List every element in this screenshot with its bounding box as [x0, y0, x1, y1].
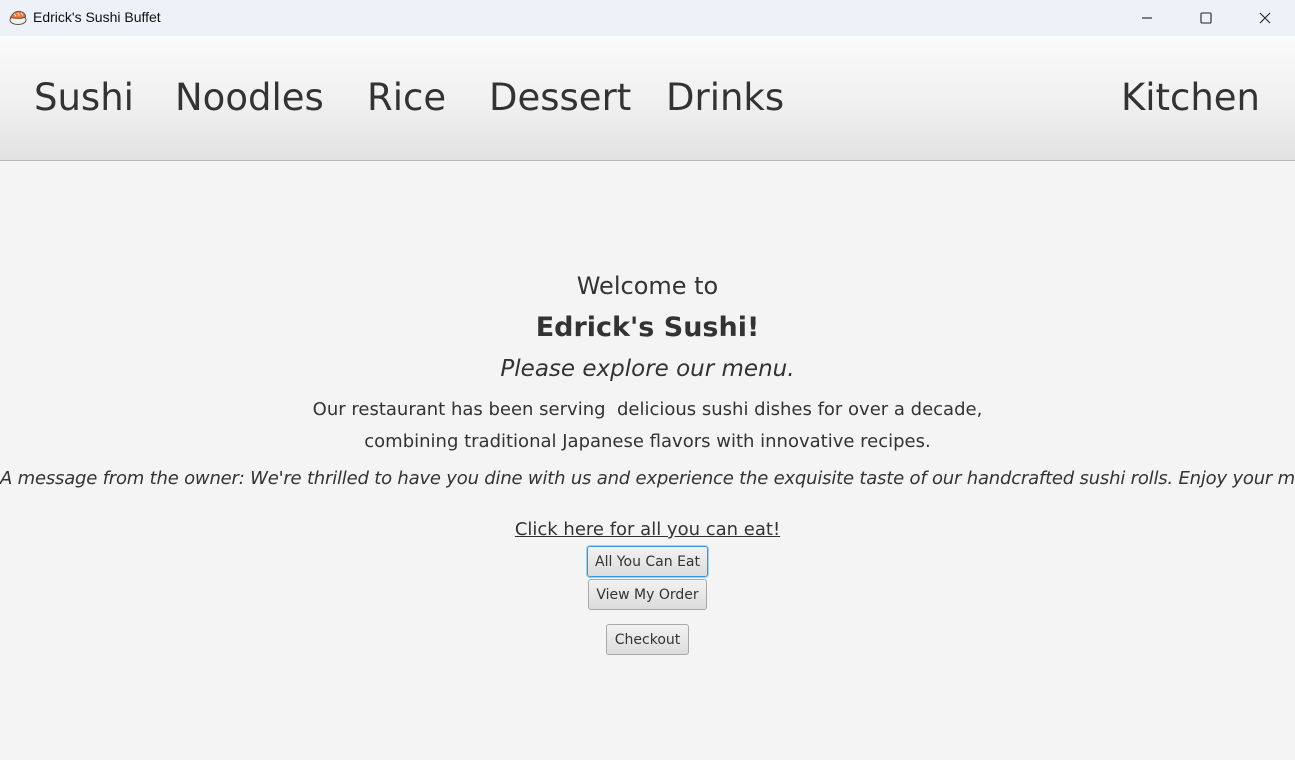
owner-message: A message from the owner: We're thrilled…: [0, 468, 1295, 489]
title-bar: Edrick's Sushi Buffet: [0, 0, 1295, 36]
restaurant-name: Edrick's Sushi!: [535, 312, 760, 343]
close-button[interactable]: [1236, 0, 1294, 36]
main-content: Welcome to Edrick's Sushi! Please explor…: [0, 161, 1295, 760]
description-line-1: Our restaurant has been serving deliciou…: [312, 399, 983, 420]
app-window: Edrick's Sushi Buffet Sushi Noodles Rice…: [0, 0, 1295, 760]
nav-item-kitchen[interactable]: Kitchen: [1121, 75, 1260, 121]
checkout-button[interactable]: Checkout: [606, 624, 689, 655]
nav-item-rice[interactable]: Rice: [367, 75, 446, 121]
maximize-button[interactable]: [1177, 0, 1235, 36]
close-icon: [1259, 12, 1271, 24]
nav-item-drinks[interactable]: Drinks: [666, 75, 784, 121]
window-title: Edrick's Sushi Buffet: [33, 9, 161, 25]
welcome-text: Welcome to: [576, 272, 719, 300]
description-line-2: combining traditional Japanese flavors w…: [364, 431, 931, 452]
sushi-icon: [8, 7, 28, 27]
maximize-icon: [1200, 12, 1212, 24]
nav-item-dessert[interactable]: Dessert: [489, 75, 631, 121]
tagline: Please explore our menu.: [500, 356, 795, 382]
view-order-button[interactable]: View My Order: [588, 579, 707, 610]
minimize-button[interactable]: [1118, 0, 1176, 36]
nav-bar: Sushi Noodles Rice Dessert Drinks Kitche…: [0, 36, 1295, 161]
all-you-can-eat-link[interactable]: Click here for all you can eat!: [515, 519, 780, 540]
all-you-can-eat-button[interactable]: All You Can Eat: [587, 546, 708, 577]
nav-item-noodles[interactable]: Noodles: [175, 75, 324, 121]
minimize-icon: [1141, 12, 1153, 24]
nav-item-sushi[interactable]: Sushi: [34, 75, 134, 121]
all-you-can-eat-link-row: Click here for all you can eat!: [0, 518, 1295, 542]
